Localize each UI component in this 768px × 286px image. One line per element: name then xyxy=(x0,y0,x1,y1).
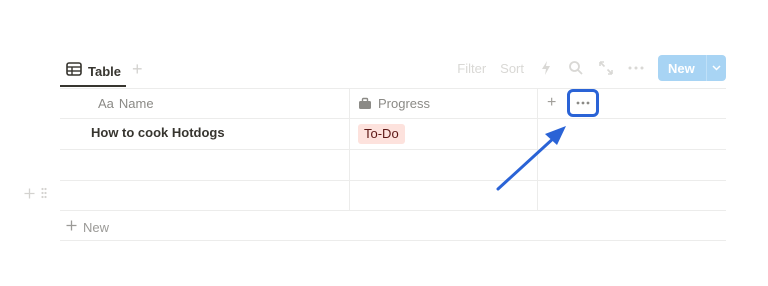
column-header-progress[interactable]: Progress xyxy=(358,89,430,117)
plus-icon xyxy=(66,218,77,236)
column-header-progress-label: Progress xyxy=(378,95,431,111)
add-view-button[interactable]: + xyxy=(132,58,143,80)
new-row-button[interactable]: New xyxy=(66,217,109,237)
view-tab-bar: Table + Filter Sort New xyxy=(60,54,726,88)
text-type-icon: Aa xyxy=(98,95,114,111)
status-icon xyxy=(358,97,372,110)
more-horizontal-icon xyxy=(576,101,590,105)
column-header-name[interactable]: Aa Name xyxy=(98,89,154,117)
status-badge[interactable]: To-Do xyxy=(358,124,405,144)
new-row-label: New xyxy=(83,219,110,235)
column-header-name-label: Name xyxy=(118,95,154,111)
search-icon[interactable] xyxy=(568,60,584,76)
toolbar: Filter Sort New xyxy=(457,55,726,81)
row-divider xyxy=(60,149,726,150)
add-row-icon[interactable] xyxy=(24,186,35,204)
column-divider xyxy=(537,88,538,210)
more-properties-button[interactable] xyxy=(567,89,599,117)
row-controls xyxy=(24,186,47,204)
sort-button[interactable]: Sort xyxy=(500,61,524,76)
drag-handle-icon[interactable] xyxy=(41,186,47,204)
more-icon[interactable] xyxy=(628,60,644,76)
add-property-button[interactable]: + xyxy=(547,93,556,113)
row-divider xyxy=(60,210,726,211)
expand-icon[interactable] xyxy=(598,60,614,76)
table-bottom-border xyxy=(60,240,726,241)
table-row-title[interactable]: How to cook Hotdogs xyxy=(91,125,225,140)
new-button[interactable]: New xyxy=(658,55,726,81)
new-button-label: New xyxy=(668,60,695,76)
chevron-down-icon[interactable] xyxy=(707,65,726,71)
active-tab-indicator xyxy=(60,85,126,87)
tab-table-label: Table xyxy=(88,63,121,79)
column-divider xyxy=(349,88,350,210)
table-icon xyxy=(66,61,82,81)
row-divider xyxy=(60,180,726,181)
lightning-icon[interactable] xyxy=(538,60,554,76)
header-divider xyxy=(60,118,726,119)
tab-table[interactable]: Table xyxy=(66,60,121,82)
filter-button[interactable]: Filter xyxy=(457,61,486,76)
